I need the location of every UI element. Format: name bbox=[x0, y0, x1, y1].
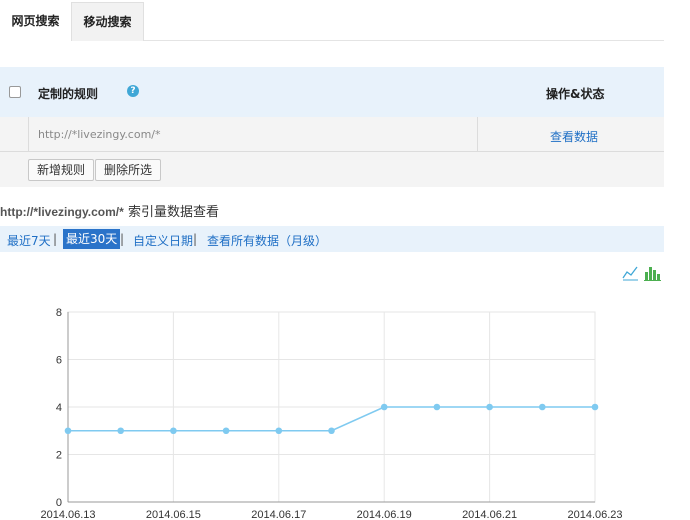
x-tick-label: 2014.06.23 bbox=[567, 509, 622, 520]
y-tick-label: 8 bbox=[56, 307, 62, 319]
section-domain: http://*livezingy.com/* bbox=[0, 205, 124, 219]
data-point bbox=[117, 427, 124, 435]
x-tick-label: 2014.06.15 bbox=[146, 509, 201, 520]
data-point bbox=[222, 427, 230, 435]
section-title: http://*livezingy.com/* 索引量数据查看 bbox=[0, 201, 219, 220]
range-custom-date[interactable]: 自定义日期 bbox=[133, 232, 193, 249]
tab-mobile-search[interactable]: 移动搜索 bbox=[71, 2, 144, 41]
rules-header-title: 定制的规则 bbox=[38, 87, 99, 101]
data-point bbox=[433, 403, 441, 411]
range-last-30-days[interactable]: 最近30天 bbox=[63, 229, 121, 249]
rule-actions: 新增规则 删除所选 bbox=[0, 152, 664, 187]
y-tick-label: 6 bbox=[56, 355, 62, 367]
data-point bbox=[170, 427, 177, 435]
date-range-bar: 最近7天 | 最近30天 | 自定义日期 | 查看所有数据（月级） bbox=[0, 226, 664, 252]
index-volume-line-chart: 0 2 4 6 8 2014.06.13 2014.06.15 2014.06.17 2014.… bbox=[40, 307, 622, 520]
y-tick-label: 0 bbox=[56, 497, 62, 509]
chart-type-icons bbox=[622, 264, 661, 281]
delete-selected-button[interactable]: 删除所选 bbox=[95, 159, 162, 181]
data-point bbox=[486, 403, 493, 411]
add-rule-button[interactable]: 新增规则 bbox=[28, 159, 95, 181]
range-separator: | bbox=[53, 232, 58, 246]
data-point bbox=[328, 427, 335, 435]
data-point bbox=[539, 403, 546, 411]
range-separator: | bbox=[120, 232, 125, 246]
data-point bbox=[64, 427, 72, 435]
status-header: 操作&状态 bbox=[546, 87, 605, 101]
rule-url-cell: http://*livezingy.com/* bbox=[28, 117, 478, 152]
select-all-checkbox[interactable] bbox=[9, 86, 21, 98]
y-tick-label: 2 bbox=[56, 450, 62, 462]
tab-web-search[interactable]: 网页搜索 bbox=[0, 2, 71, 41]
rules-table-header: 定制的规则 ? 操作&状态 bbox=[0, 67, 664, 117]
x-tick-label: 2014.06.21 bbox=[462, 509, 517, 520]
range-separator: | bbox=[193, 232, 198, 246]
help-icon[interactable]: ? bbox=[127, 85, 139, 97]
y-tick-label: 4 bbox=[56, 402, 62, 414]
data-point bbox=[275, 427, 283, 435]
data-point bbox=[591, 403, 599, 411]
data-point bbox=[380, 403, 388, 411]
search-type-tabs: 网页搜索 移动搜索 bbox=[0, 0, 664, 41]
x-tick-label: 2014.06.17 bbox=[251, 509, 306, 520]
x-tick-label: 2014.06.13 bbox=[40, 509, 95, 520]
table-row: http://*livezingy.com/* 查看数据 bbox=[0, 117, 664, 152]
chart-type-switcher bbox=[622, 264, 662, 282]
bar-chart-icon[interactable] bbox=[644, 267, 661, 281]
section-title-text: 索引量数据查看 bbox=[127, 205, 219, 220]
range-all-monthly[interactable]: 查看所有数据（月级） bbox=[207, 232, 327, 249]
x-tick-label: 2014.06.19 bbox=[357, 509, 412, 520]
range-last-7-days[interactable]: 最近7天 bbox=[7, 232, 51, 249]
view-data-link[interactable]: 查看数据 bbox=[550, 128, 598, 145]
line-chart-icon[interactable] bbox=[622, 264, 639, 281]
rule-url: http://*livezingy.com/* bbox=[38, 128, 161, 141]
